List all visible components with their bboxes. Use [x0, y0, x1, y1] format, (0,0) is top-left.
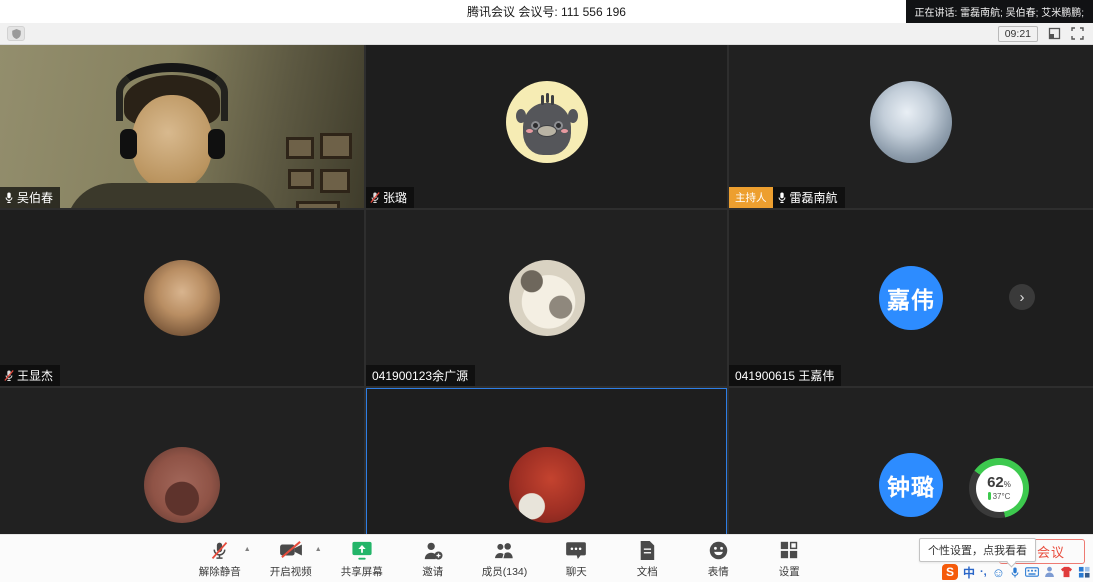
video-grid: 吴伯春 张璐: [0, 45, 1093, 582]
ime-more-grid-icon[interactable]: [1078, 566, 1090, 578]
ime-toolbar: S 中 ·, ☺: [942, 563, 1090, 581]
avatar-initials: 嘉伟: [879, 266, 943, 330]
video-options-caret[interactable]: ▲: [315, 546, 322, 553]
chat-button[interactable]: 聊天: [554, 539, 598, 579]
settings-button[interactable]: 设置: [767, 539, 811, 579]
ime-voice-icon[interactable]: [1010, 566, 1020, 579]
webcam-video: [0, 45, 364, 208]
video-tile-zhanglu[interactable]: 张璐: [366, 45, 727, 208]
participant-name-tag: 王显杰: [0, 365, 60, 386]
switch-view-icon[interactable]: [1048, 27, 1061, 40]
invite-button[interactable]: 邀请: [411, 539, 455, 579]
members-button[interactable]: 成员(134): [482, 539, 528, 579]
members-icon: [492, 540, 516, 561]
video-tile-yuguangyuan[interactable]: 041900123余广源: [366, 210, 727, 386]
camera-off-icon: [279, 540, 303, 560]
video-tile-wangxianjie[interactable]: 王显杰: [0, 210, 364, 386]
docs-button[interactable]: 文档: [625, 539, 669, 579]
video-tile-wangjiawei[interactable]: 嘉伟 › 041900615 王嘉伟: [729, 210, 1093, 386]
avatar: [509, 260, 585, 336]
participant-name-tag: 吴伯春: [0, 187, 60, 208]
settings-grid-icon: [779, 540, 799, 560]
chat-icon: [565, 540, 587, 561]
document-icon: [638, 540, 656, 561]
meeting-title: 腾讯会议 会议号: 111 556 196: [467, 3, 626, 20]
host-badge: 主持人: [729, 187, 773, 208]
security-shield-icon[interactable]: [7, 26, 25, 41]
battery-temperature-gauge: 62% 37°C: [969, 458, 1029, 518]
smiley-icon: [708, 540, 729, 561]
share-screen-icon: [351, 540, 373, 561]
emoji-button[interactable]: 表情: [696, 539, 740, 579]
ime-toolbox-icon[interactable]: [1044, 566, 1055, 578]
avatar: [509, 447, 585, 523]
mic-options-caret[interactable]: ▲: [244, 546, 251, 553]
participant-name-tag: 041900615 王嘉伟: [729, 365, 841, 386]
participant-name-tag: 张璐: [366, 187, 414, 208]
avatar: [506, 81, 588, 163]
mic-on-icon: [777, 191, 787, 204]
video-tile-leileinanhang[interactable]: 主持人 雷磊南航: [729, 45, 1093, 208]
avatar: [870, 81, 952, 163]
personalize-tooltip: 个性设置，点我看看: [919, 538, 1036, 562]
ime-punctuation-toggle[interactable]: ·,: [980, 566, 987, 578]
meeting-window: 腾讯会议 会议号: 111 556 196 正在讲话: 雷磊南航; 吴伯春; 艾…: [0, 0, 1093, 582]
avatar-initials: 钟璐: [879, 453, 943, 517]
avatar: [144, 260, 220, 336]
mic-muted-icon: [370, 191, 380, 204]
thermometer-icon: [988, 492, 991, 500]
headphones: [116, 63, 228, 121]
unmute-button[interactable]: ▲ 解除静音: [198, 539, 242, 579]
start-video-button[interactable]: ▲ 开启视频: [269, 539, 313, 579]
sogou-logo-icon[interactable]: S: [942, 564, 958, 580]
video-tile-wubochun[interactable]: 吴伯春: [0, 45, 364, 208]
meeting-statusbar: 09:21: [0, 23, 1093, 45]
meeting-duration: 09:21: [998, 26, 1038, 42]
ime-emoji-icon[interactable]: ☺: [992, 566, 1005, 579]
participant-name-tag: 041900123余广源: [366, 365, 475, 386]
ime-skin-icon[interactable]: [1060, 566, 1073, 578]
next-page-arrow[interactable]: ›: [1009, 284, 1035, 310]
invite-person-icon: [422, 540, 444, 561]
share-screen-button[interactable]: 共享屏幕: [340, 539, 384, 579]
speaking-indicator-banner: 正在讲话: 雷磊南航; 吴伯春; 艾米鹏鹏;: [906, 0, 1093, 23]
avatar: [144, 447, 220, 523]
mic-muted-icon: [4, 369, 14, 382]
mic-on-icon: [4, 191, 14, 204]
mic-muted-icon: [209, 540, 230, 561]
participant-name-tag: 雷磊南航: [773, 187, 845, 208]
fullscreen-icon[interactable]: [1071, 27, 1084, 40]
speaking-indicator-text: 正在讲话: 雷磊南航; 吴伯春; 艾米鹏鹏;: [915, 4, 1084, 19]
ime-keyboard-icon[interactable]: [1025, 567, 1039, 577]
ime-language-toggle[interactable]: 中: [963, 564, 975, 581]
